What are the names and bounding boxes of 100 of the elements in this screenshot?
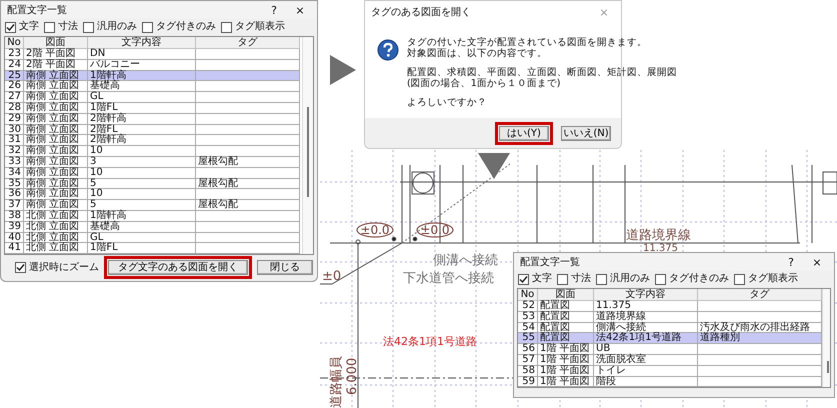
message-text: 対象図面は、以下の内容です。 xyxy=(407,48,548,59)
table-cell: 配置図 xyxy=(538,312,594,323)
table-cell: 38 xyxy=(5,210,24,222)
table-row[interactable]: 23 2階 平面図 DN xyxy=(5,49,302,60)
table-cell: DN xyxy=(88,49,196,60)
checkbox[interactable] xyxy=(596,274,607,284)
table-cell: 1階 平面図 xyxy=(538,376,594,388)
table-cell: 35 xyxy=(5,178,24,190)
checkbox[interactable] xyxy=(83,22,94,32)
checkbox[interactable] xyxy=(142,22,153,32)
table-cell: 道路境界線 xyxy=(594,312,698,323)
table-cell: 汚水及び雨水の排出経路 xyxy=(700,322,810,333)
table-cell: 32 xyxy=(5,146,24,157)
table-cell: 1階軒高 xyxy=(88,210,196,222)
checkbox[interactable] xyxy=(734,274,745,284)
checkbox-label: 汎用のみ xyxy=(610,273,650,285)
table-row[interactable]: 59 1階 平面図 階段 xyxy=(518,376,822,388)
table-row[interactable]: 57 1階 平面図 洗面脱衣室 xyxy=(518,354,822,366)
table-row[interactable]: 29 南側 立面図 2階軒高 xyxy=(5,114,302,125)
table-cell: 北側 立面図 xyxy=(24,243,88,254)
message-text: タグの付いた文字が配置されている図面を開きます。 xyxy=(407,37,648,48)
checkbox-label: タグ順表示 xyxy=(748,273,798,285)
table-cell: 26 xyxy=(5,81,24,92)
table-row[interactable]: 39 北側 立面図 基礎高 xyxy=(5,222,302,233)
road-label: 法42条1項1号道路 xyxy=(383,335,477,348)
table-cell: 洗面脱衣室 xyxy=(594,354,698,366)
table-row[interactable]: 37 南側 立面図 5 屋根勾配 xyxy=(5,200,302,211)
table-row[interactable]: 28 南側 立面図 1階FL xyxy=(5,102,302,114)
column-header[interactable]: No xyxy=(5,37,24,49)
table-cell: 階段 xyxy=(594,376,698,388)
table-row[interactable]: 33 南側 立面図 3 屋根勾配 xyxy=(5,156,302,168)
table-cell: 2階 平面図 xyxy=(24,49,88,60)
table-cell: 25 xyxy=(5,70,24,82)
table-cell: 36 xyxy=(5,189,24,200)
table-cell: 北側 立面図 xyxy=(24,222,88,233)
scrollbar[interactable] xyxy=(822,289,830,388)
checkbox[interactable] xyxy=(5,22,16,32)
table-cell: 10 xyxy=(88,189,196,200)
table-cell: 基礎高 xyxy=(88,222,196,233)
table-row[interactable]: 55 配置図 法42条1項1号道路 道路種別 xyxy=(518,333,822,344)
table-cell: 53 xyxy=(518,312,538,323)
drawing-label: 側溝へ接続 xyxy=(433,253,498,268)
table-cell: 37 xyxy=(5,200,24,211)
table-row[interactable]: 53 配置図 道路境界線 xyxy=(518,312,822,323)
table-row[interactable]: 32 南側 立面図 10 xyxy=(5,146,302,157)
checkbox[interactable] xyxy=(518,274,529,284)
column-header[interactable]: タグ xyxy=(698,289,822,301)
checkbox[interactable] xyxy=(221,22,232,32)
checkbox[interactable] xyxy=(557,274,568,284)
help-button[interactable]: ? xyxy=(263,4,285,16)
table-cell: 27 xyxy=(5,92,24,103)
table-row[interactable]: 56 1階 平面図 UB xyxy=(518,344,822,355)
checkbox[interactable] xyxy=(655,274,666,284)
table-row[interactable]: 52 配置図 11.375 xyxy=(518,301,822,312)
column-header[interactable]: 図面 xyxy=(24,37,88,49)
table-cell: 南側 立面図 xyxy=(24,156,88,168)
column-header[interactable]: 図面 xyxy=(538,289,594,301)
no-button[interactable]: いいえ(N) xyxy=(561,126,611,140)
table-row[interactable]: 41 北側 立面図 1階FL xyxy=(5,243,302,254)
close-button[interactable]: × xyxy=(289,4,311,16)
drawing-label: 下水道管へ接続 xyxy=(403,271,494,286)
table-cell: 10 xyxy=(88,146,196,157)
table-row[interactable]: 27 南側 立面図 GL xyxy=(5,92,302,103)
yes-button[interactable]: はい(Y) xyxy=(499,126,549,140)
table-cell: 5 xyxy=(88,178,196,190)
column-header[interactable]: No xyxy=(518,289,538,301)
checkbox-label: 汎用のみ xyxy=(97,21,137,33)
window-title: 配置文字一覧 xyxy=(7,4,68,17)
checkbox[interactable] xyxy=(15,262,26,274)
dialog-button[interactable]: 閉じる xyxy=(257,260,313,276)
table-cell: 39 xyxy=(5,222,24,233)
checkbox-label: 選択時にズーム xyxy=(29,262,99,274)
table-cell: 2階軒高 xyxy=(88,114,196,125)
close-button[interactable]: × xyxy=(806,256,828,268)
table-cell: 2階軒高 xyxy=(88,135,196,146)
table-row[interactable]: 34 南側 立面図 10 xyxy=(5,168,302,179)
column-header[interactable]: タグ xyxy=(196,37,300,49)
table-cell: 北側 立面図 xyxy=(24,210,88,222)
table-cell: 屋根勾配 xyxy=(198,178,238,189)
table-cell: 34 xyxy=(5,168,24,179)
checkbox-label: 文字 xyxy=(532,273,552,285)
table-cell: 30 xyxy=(5,124,24,136)
help-button[interactable]: ? xyxy=(780,256,802,268)
table-cell: 配置図 xyxy=(538,333,594,344)
table-cell: 58 xyxy=(518,366,538,377)
table-cell: 道路種別 xyxy=(700,332,740,344)
scrollbar[interactable] xyxy=(302,37,313,254)
checkbox[interactable] xyxy=(44,22,55,32)
table-cell: 南側 立面図 xyxy=(24,200,88,211)
table-cell: 南側 立面図 xyxy=(24,146,88,157)
table-cell: 配置図 xyxy=(538,301,594,312)
table-cell: 40 xyxy=(5,232,24,244)
table-cell: GL xyxy=(88,92,196,103)
table-row[interactable]: 38 北側 立面図 1階軒高 xyxy=(5,210,302,222)
table-cell: 11.375 xyxy=(594,301,698,312)
table-row[interactable]: 58 1階 平面図 トイレ xyxy=(518,366,822,377)
checkbox-label: タグ付きのみ xyxy=(669,273,729,285)
checkbox-label: 寸法 xyxy=(571,273,591,285)
table-cell: 1階FL xyxy=(88,102,196,114)
open-drawing-button[interactable]: タグ文字のある図面を開く xyxy=(108,260,248,276)
